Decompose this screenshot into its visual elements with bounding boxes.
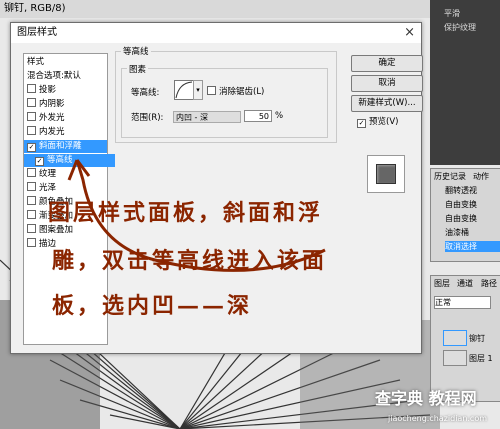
history-item[interactable]: 油漆桶	[445, 227, 469, 238]
blend-mode-select[interactable]: 正常	[434, 296, 491, 309]
antialias-label: 消除锯齿(L)	[219, 87, 265, 97]
contour-label: 等高线:	[131, 88, 160, 98]
style-list-item[interactable]: 外发光	[24, 112, 107, 125]
style-list-label: 内发光	[39, 127, 65, 137]
layers-panel: 图层 通道 路径 正常 铆钉 图层 1	[430, 275, 500, 402]
tab-channels[interactable]: 通道	[457, 278, 473, 289]
tab-actions[interactable]: 动作	[473, 171, 489, 182]
close-icon[interactable]: ×	[404, 25, 415, 41]
cancel-button[interactable]: 取消	[351, 75, 423, 92]
tab-history[interactable]: 历史记录	[434, 171, 466, 182]
smooth-option[interactable]: 平滑	[444, 8, 460, 19]
history-item[interactable]: 自由变换	[445, 199, 477, 210]
style-list-label: 混合选项:默认	[27, 71, 81, 81]
range-value-input[interactable]: 50	[244, 110, 272, 122]
style-list-item[interactable]: 内发光	[24, 126, 107, 139]
section-title: 等高线	[121, 45, 151, 57]
range-unit: %	[275, 111, 284, 121]
document-title: 铆钉, RGB/8)	[0, 0, 430, 18]
style-checkbox[interactable]	[27, 210, 36, 219]
history-item[interactable]: 翻转透视	[445, 185, 477, 196]
history-panel: 历史记录 动作 翻转透视 自由变换 自由变换 油漆桶 取消选择	[430, 168, 500, 262]
style-checkbox[interactable]	[27, 168, 36, 177]
ok-button[interactable]: 确定	[351, 55, 423, 72]
contour-thumbnail[interactable]	[174, 80, 194, 100]
style-checkbox[interactable]	[27, 224, 36, 233]
style-checkbox[interactable]	[27, 112, 36, 121]
history-item[interactable]: 自由变换	[445, 213, 477, 224]
style-list-item[interactable]: 混合选项:默认	[24, 70, 110, 83]
elements-group	[121, 68, 328, 138]
tab-layers[interactable]: 图层	[434, 278, 450, 289]
preview-label: 预览(V)	[369, 117, 399, 127]
style-checkbox[interactable]: ✓	[27, 143, 36, 152]
style-checkbox[interactable]	[27, 98, 36, 107]
layer-name[interactable]: 图层 1	[469, 353, 493, 364]
style-list-label: 外发光	[39, 113, 65, 123]
style-checkbox[interactable]	[27, 238, 36, 247]
chevron-down-icon[interactable]: ▾	[193, 80, 203, 100]
dialog-title: 图层样式	[11, 23, 421, 43]
watermark: 查字典 教程网	[375, 389, 477, 408]
preview-checkbox[interactable]: ✓ 预览(V)	[357, 115, 398, 128]
range-label: 范围(R):	[131, 113, 164, 123]
style-checkbox[interactable]	[27, 182, 36, 191]
style-checkbox[interactable]	[27, 84, 36, 93]
style-checkbox[interactable]: ✓	[35, 157, 44, 166]
new-style-button[interactable]: 新建样式(W)...	[351, 95, 423, 112]
style-list-label: 投影	[39, 85, 57, 95]
style-list-item[interactable]: 样式	[24, 56, 110, 69]
watermark-url: jiaocheng.chazidian.com	[388, 414, 488, 423]
tab-paths[interactable]: 路径	[481, 278, 497, 289]
range-slider[interactable]: 内凹 - 深	[173, 111, 241, 123]
style-list-item[interactable]: 内阴影	[24, 98, 107, 111]
annotation-line-1: 图层样式面板，斜面和浮	[48, 200, 324, 226]
style-list-label: 纹理	[39, 169, 57, 179]
right-top-panel: 平滑 保护纹理	[430, 0, 500, 165]
annotation-line-3: 板，选内凹——深	[52, 293, 253, 319]
preview-swatch	[376, 164, 396, 184]
layer-thumbnail	[443, 350, 467, 366]
layer-thumbnail	[443, 330, 467, 346]
protect-texture-option[interactable]: 保护纹理	[444, 22, 476, 33]
style-list-label: 光泽	[39, 183, 57, 193]
history-item-selected[interactable]: 取消选择	[445, 241, 500, 252]
style-list-label: 样式	[27, 57, 45, 67]
annotation-line-2: 雕，双击等高线进入该面	[52, 248, 328, 274]
style-checkbox[interactable]	[27, 196, 36, 205]
style-list-label: 内阴影	[39, 99, 65, 109]
layer-name[interactable]: 铆钉	[469, 333, 485, 344]
style-list-item[interactable]: 投影	[24, 84, 107, 97]
group-title: 图素	[127, 63, 149, 75]
antialias-checkbox[interactable]: 消除锯齿(L)	[207, 85, 264, 97]
style-checkbox[interactable]	[27, 126, 36, 135]
